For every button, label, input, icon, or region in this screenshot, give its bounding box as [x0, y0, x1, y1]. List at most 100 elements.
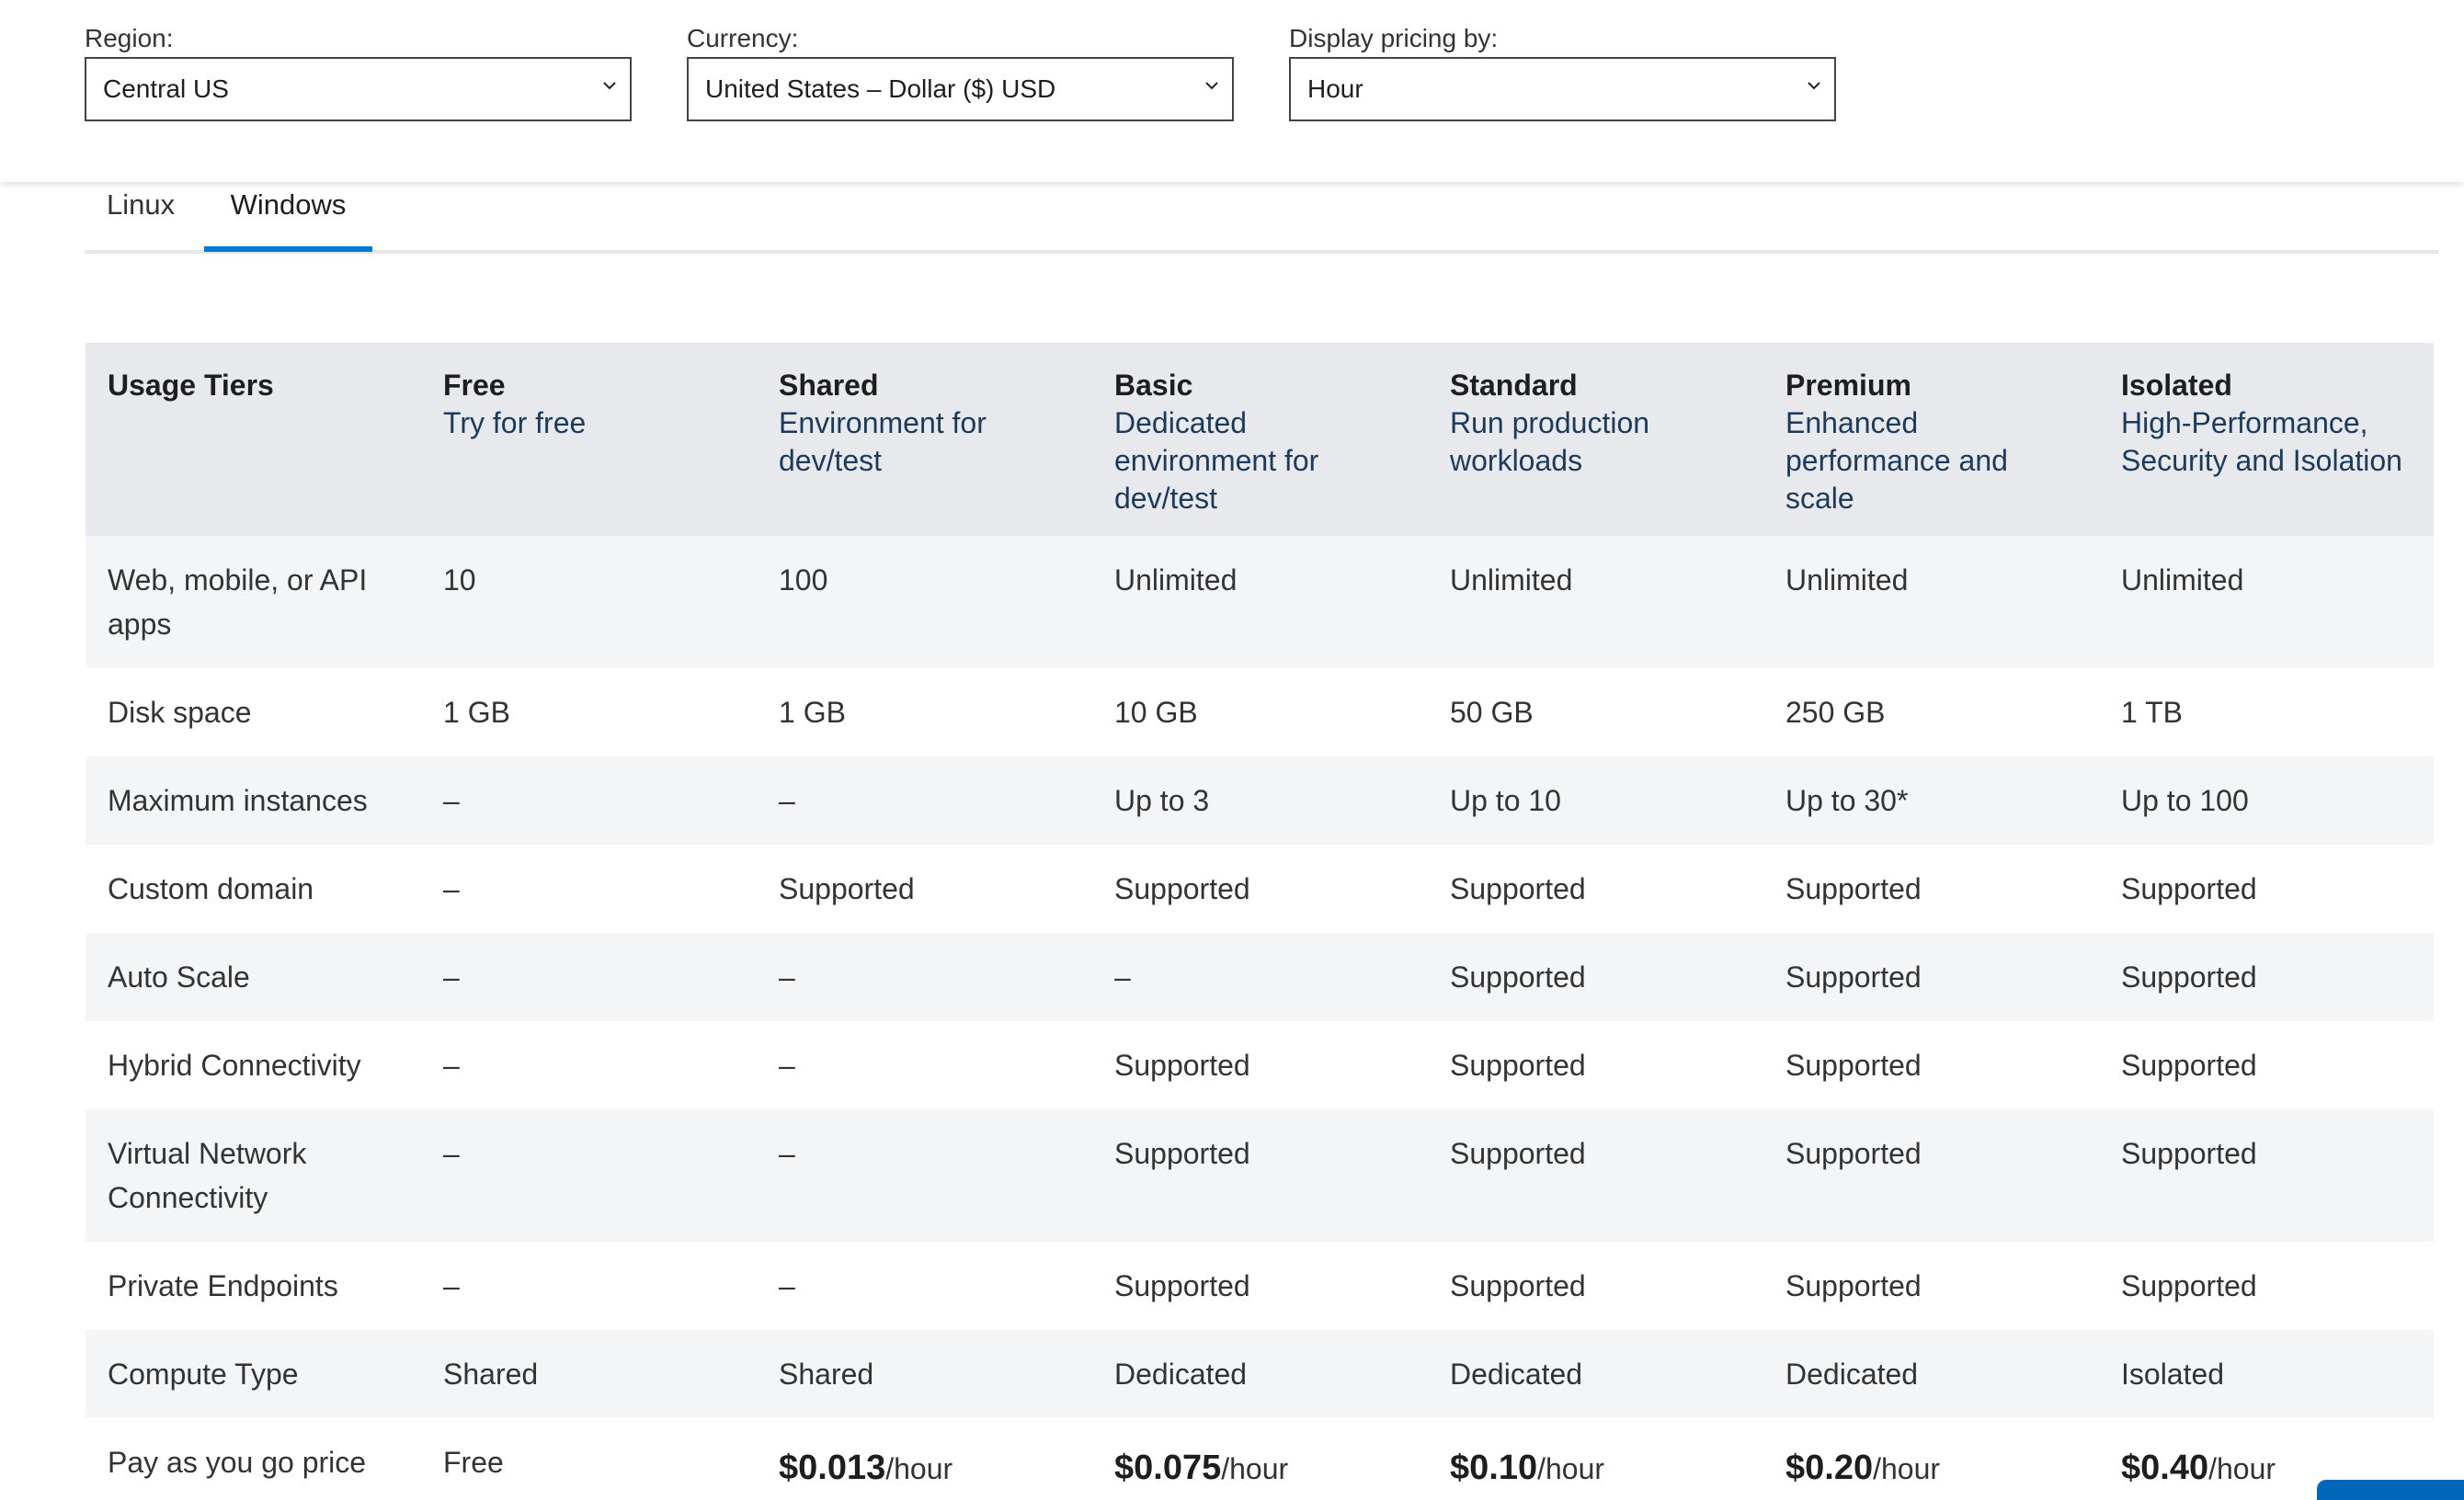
region-select[interactable]: Central US: [85, 57, 632, 121]
header-desc: Enhanced performance and scale: [1785, 406, 2008, 515]
os-tabs: Linux Windows: [85, 182, 2438, 254]
header-name: Basic: [1114, 369, 1193, 402]
table-cell: Supported: [1763, 1021, 2099, 1109]
header-isolated: Isolated High-Performance, Security and …: [2099, 343, 2434, 536]
currency-select-value: United States – Dollar ($) USD: [705, 74, 1056, 103]
table-row: Web, mobile, or API apps 10 100 Unlimite…: [86, 536, 2434, 668]
header-name: Usage Tiers: [108, 369, 274, 402]
table-cell: Supported: [1763, 845, 2099, 933]
header-free: Free Try for free: [421, 343, 757, 536]
region-label: Region:: [85, 24, 174, 52]
price-free: Free: [421, 1418, 757, 1500]
row-label: Disk space: [86, 668, 421, 756]
price-shared: $0.013/hour: [757, 1418, 1092, 1500]
table-row: Compute Type Shared Shared Dedicated Ded…: [86, 1330, 2434, 1418]
table-cell: –: [421, 1242, 757, 1330]
price-premium: $0.20/hour: [1763, 1418, 2099, 1500]
table-cell: –: [421, 1109, 757, 1242]
table-cell: –: [421, 1021, 757, 1109]
price-basic: $0.075/hour: [1092, 1418, 1428, 1500]
table-cell: Shared: [421, 1330, 757, 1418]
currency-select[interactable]: United States – Dollar ($) USD: [687, 57, 1234, 121]
table-cell: Supported: [1428, 1109, 1763, 1242]
table-cell: 10 GB: [1092, 668, 1428, 756]
table-cell: Supported: [1428, 1242, 1763, 1330]
table-cell: Up to 100: [2099, 756, 2434, 845]
tab-linux[interactable]: Linux: [107, 182, 180, 254]
table-row: Maximum instances – – Up to 3 Up to 10 U…: [86, 756, 2434, 845]
active-tab-indicator: [204, 246, 372, 252]
table-cell: Up to 3: [1092, 756, 1428, 845]
row-label: Auto Scale: [86, 933, 421, 1021]
table-cell: Supported: [2099, 933, 2434, 1021]
floating-action-button[interactable]: [2317, 1480, 2464, 1500]
header-name: Isolated: [2121, 369, 2232, 402]
table-cell: Supported: [2099, 1021, 2434, 1109]
header-desc: Environment for dev/test: [779, 406, 987, 477]
table-row: Custom domain – Supported Supported Supp…: [86, 845, 2434, 933]
table-cell: Shared: [757, 1330, 1092, 1418]
table-cell: Dedicated: [1428, 1330, 1763, 1418]
table-cell: Supported: [2099, 1109, 2434, 1242]
pricing-filter-bar: Region: Central US Currency: United Stat…: [0, 0, 2464, 182]
price-row: Pay as you go price Free $0.013/hour $0.…: [86, 1418, 2434, 1500]
row-label: Virtual Network Connectivity: [86, 1109, 421, 1242]
table-cell: –: [421, 756, 757, 845]
table-cell: 1 GB: [757, 668, 1092, 756]
display-pricing-select-value: Hour: [1307, 74, 1363, 103]
table-cell: Supported: [1428, 933, 1763, 1021]
region-filter: Region: Central US: [85, 20, 632, 121]
region-select-value: Central US: [103, 74, 229, 103]
currency-filter: Currency: United States – Dollar ($) USD: [687, 20, 1234, 121]
table-cell: Supported: [1428, 845, 1763, 933]
table-cell: Up to 30*: [1763, 756, 2099, 845]
table-cell: –: [421, 933, 757, 1021]
table-cell: Up to 10: [1428, 756, 1763, 845]
row-label: Hybrid Connectivity: [86, 1021, 421, 1109]
price-amount: $0.40: [2121, 1449, 2209, 1487]
table-cell: Supported: [1092, 1242, 1428, 1330]
table-cell: Supported: [2099, 1242, 2434, 1330]
price-amount: $0.10: [1450, 1449, 1538, 1487]
table-row: Virtual Network Connectivity – – Support…: [86, 1109, 2434, 1242]
row-label: Web, mobile, or API apps: [86, 536, 421, 668]
header-desc: Dedicated environment for dev/test: [1114, 406, 1319, 515]
table-cell: Dedicated: [1092, 1330, 1428, 1418]
table-cell: Isolated: [2099, 1330, 2434, 1418]
table-cell: 50 GB: [1428, 668, 1763, 756]
pricing-page: Region: Central US Currency: United Stat…: [0, 0, 2464, 1500]
header-premium: Premium Enhanced performance and scale: [1763, 343, 2099, 536]
table-cell: 1 TB: [2099, 668, 2434, 756]
tab-windows[interactable]: Windows: [204, 182, 372, 254]
header-name: Premium: [1785, 369, 1911, 402]
display-pricing-filter: Display pricing by: Hour: [1289, 20, 1836, 121]
row-label: Pay as you go price: [86, 1418, 421, 1500]
price-amount: $0.20: [1785, 1449, 1874, 1487]
price-unit: /hour: [885, 1452, 953, 1485]
table-cell: Supported: [1763, 933, 2099, 1021]
table-cell: –: [421, 845, 757, 933]
price-unit: /hour: [1537, 1452, 1605, 1485]
currency-label: Currency:: [687, 24, 799, 52]
header-desc: Run production workloads: [1450, 406, 1650, 477]
table-cell: Supported: [1092, 845, 1428, 933]
table-cell: Supported: [1092, 1109, 1428, 1242]
table-cell: Supported: [1763, 1109, 2099, 1242]
header-basic: Basic Dedicated environment for dev/test: [1092, 343, 1428, 536]
table-cell: –: [1092, 933, 1428, 1021]
price-unit: /hour: [1221, 1452, 1289, 1485]
display-pricing-select[interactable]: Hour: [1289, 57, 1836, 121]
table-cell: Supported: [1428, 1021, 1763, 1109]
header-name: Free: [443, 369, 506, 402]
table-cell: Supported: [2099, 845, 2434, 933]
table-row: Hybrid Connectivity – – Supported Suppor…: [86, 1021, 2434, 1109]
table-cell: Unlimited: [1763, 536, 2099, 668]
table-cell: Unlimited: [1428, 536, 1763, 668]
table-row: Disk space 1 GB 1 GB 10 GB 50 GB 250 GB …: [86, 668, 2434, 756]
header-desc: High-Performance, Security and Isolation: [2121, 406, 2402, 477]
table-cell: Unlimited: [2099, 536, 2434, 668]
row-label: Custom domain: [86, 845, 421, 933]
table-cell: –: [757, 933, 1092, 1021]
table-cell: –: [757, 1109, 1092, 1242]
table-cell: –: [757, 1021, 1092, 1109]
